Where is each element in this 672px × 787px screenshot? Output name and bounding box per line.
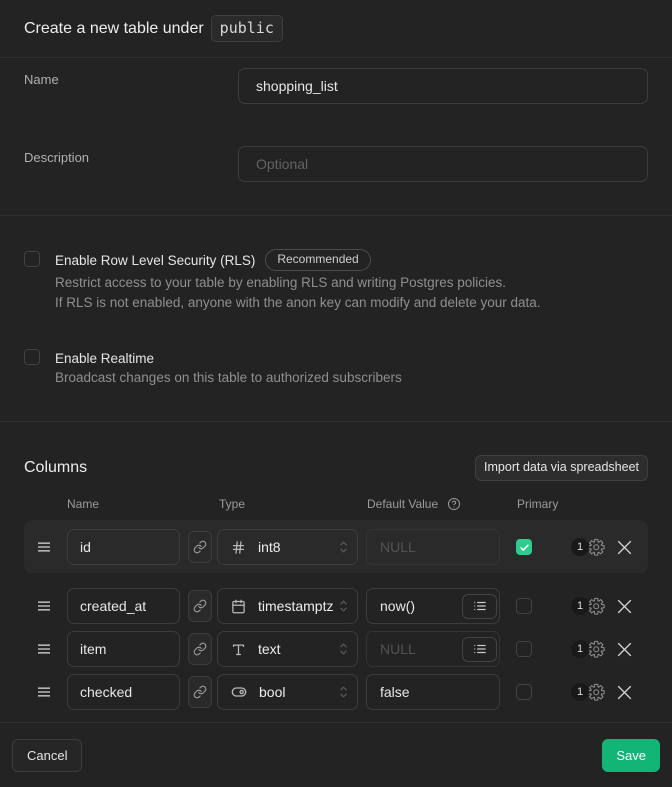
- default-value-input[interactable]: false: [366, 674, 500, 710]
- columns-title: Columns: [24, 459, 87, 477]
- column-name-input[interactable]: [67, 631, 180, 667]
- remove-column-button[interactable]: [617, 642, 632, 657]
- foreign-key-button[interactable]: [188, 590, 212, 622]
- dialog-title: Create a new table under: [24, 20, 204, 38]
- foreign-key-button[interactable]: [188, 633, 212, 665]
- table-info-section: Name Description: [0, 58, 672, 216]
- description-field-row: Description: [24, 146, 648, 182]
- realtime-row: Enable Realtime Broadcast changes on thi…: [24, 348, 648, 388]
- column-name-input[interactable]: [67, 674, 180, 710]
- header-primary: Primary: [517, 498, 558, 510]
- gear-icon: [587, 683, 606, 702]
- column-settings-button[interactable]: 1: [571, 597, 605, 616]
- settings-count-badge: 1: [571, 597, 589, 615]
- import-data-button[interactable]: Import data via spreadsheet: [475, 455, 648, 481]
- remove-column-button[interactable]: [617, 685, 632, 700]
- column-row-checked: bool false 1: [24, 674, 648, 710]
- drag-handle-icon[interactable]: [37, 599, 51, 613]
- toggle-icon: [231, 684, 247, 700]
- realtime-label: Enable Realtime: [55, 351, 154, 366]
- primary-checkbox[interactable]: [516, 539, 532, 555]
- remove-column-button[interactable]: [617, 599, 632, 614]
- suggestions-button[interactable]: [462, 637, 497, 662]
- column-settings-button[interactable]: 1: [571, 640, 605, 659]
- table-description-input[interactable]: [238, 146, 648, 182]
- column-type-select[interactable]: bool: [217, 674, 358, 710]
- create-table-dialog: Create a new table under public Name Des…: [0, 0, 672, 787]
- gear-icon: [587, 597, 606, 616]
- save-button[interactable]: Save: [602, 739, 660, 772]
- drag-handle-icon[interactable]: [37, 685, 51, 699]
- text-icon: [231, 642, 246, 657]
- column-row-item: text NULL 1: [24, 631, 648, 667]
- header-type: Type: [219, 498, 367, 510]
- gear-icon: [587, 640, 606, 659]
- column-name-input[interactable]: [67, 529, 180, 565]
- drag-handle-icon[interactable]: [37, 540, 51, 554]
- column-type-select[interactable]: int8: [217, 529, 358, 565]
- description-label: Description: [24, 146, 238, 182]
- columns-header-row: Name Type Default Value Primary: [24, 498, 648, 510]
- realtime-description: Broadcast changes on this table to autho…: [55, 368, 402, 388]
- chevron-updown-icon: [339, 685, 348, 699]
- gear-icon: [587, 538, 606, 557]
- cancel-button[interactable]: Cancel: [12, 739, 82, 772]
- name-label: Name: [24, 68, 238, 104]
- rls-checkbox[interactable]: [24, 251, 40, 267]
- column-type-select[interactable]: text: [217, 631, 358, 667]
- suggestions-button[interactable]: [462, 594, 497, 619]
- rls-description: Restrict access to your table by enablin…: [55, 273, 541, 313]
- hash-icon: [231, 540, 246, 555]
- default-value-input[interactable]: now(): [366, 588, 500, 624]
- rls-label: Enable Row Level Security (RLS): [55, 253, 255, 268]
- foreign-key-button[interactable]: [188, 676, 212, 708]
- chevron-updown-icon: [339, 599, 348, 613]
- help-circle-icon[interactable]: [447, 497, 461, 511]
- columns-section: Columns Import data via spreadsheet Name…: [0, 422, 672, 722]
- column-settings-button[interactable]: 1: [571, 683, 605, 702]
- rls-row: Enable Row Level Security (RLS) Recommen…: [24, 250, 648, 313]
- settings-count-badge: 1: [571, 683, 589, 701]
- default-value-input[interactable]: NULL: [366, 631, 500, 667]
- header-name: Name: [67, 498, 219, 510]
- column-settings-button[interactable]: 1: [571, 538, 605, 557]
- column-type-select[interactable]: timestamptz: [217, 588, 358, 624]
- primary-checkbox[interactable]: [516, 598, 532, 614]
- dialog-header: Create a new table under public: [0, 0, 672, 58]
- column-row-created-at: timestamptz now() 1: [24, 588, 648, 624]
- default-value-input[interactable]: NULL: [366, 529, 500, 565]
- recommended-badge: Recommended: [265, 249, 370, 271]
- dialog-footer: Cancel Save: [0, 722, 672, 787]
- settings-count-badge: 1: [571, 640, 589, 658]
- chevron-updown-icon: [339, 642, 348, 656]
- schema-badge: public: [211, 15, 283, 42]
- primary-checkbox[interactable]: [516, 641, 532, 657]
- column-row-id: int8 NULL 1: [24, 529, 648, 565]
- table-options-section: Enable Row Level Security (RLS) Recommen…: [0, 216, 672, 422]
- realtime-checkbox[interactable]: [24, 349, 40, 365]
- foreign-key-button[interactable]: [188, 531, 212, 563]
- drag-handle-icon[interactable]: [37, 642, 51, 656]
- column-name-input[interactable]: [67, 588, 180, 624]
- table-name-input[interactable]: [238, 68, 648, 104]
- primary-checkbox[interactable]: [516, 684, 532, 700]
- settings-count-badge: 1: [571, 538, 589, 556]
- remove-column-button[interactable]: [617, 540, 632, 555]
- header-default-value: Default Value: [367, 498, 438, 510]
- primary-row-panel: int8 NULL 1: [24, 520, 648, 573]
- name-field-row: Name: [24, 68, 648, 104]
- chevron-updown-icon: [339, 540, 348, 554]
- calendar-icon: [231, 599, 246, 614]
